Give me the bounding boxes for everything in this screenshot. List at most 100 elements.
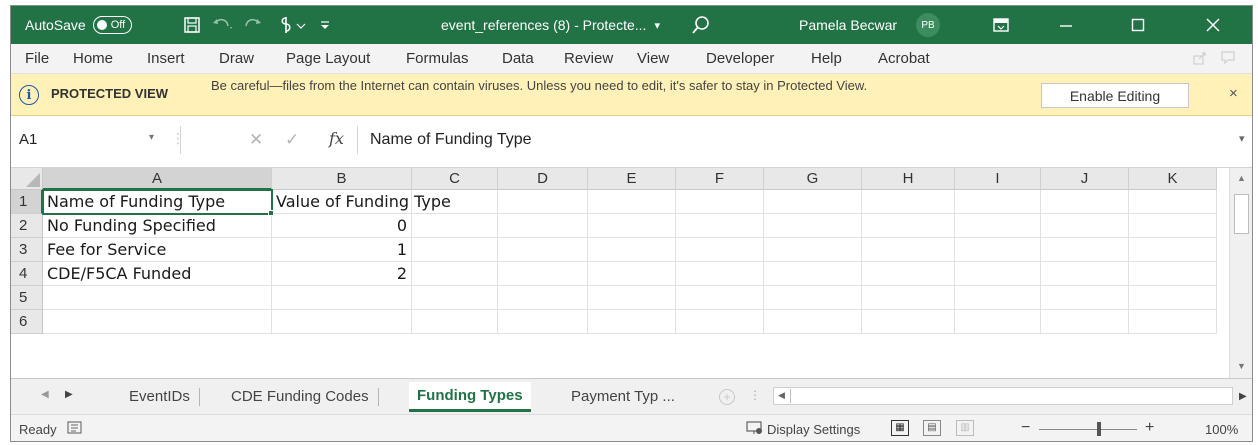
row-header[interactable]: 4 <box>11 262 43 286</box>
cell-J2[interactable] <box>1041 214 1129 238</box>
column-header[interactable]: J <box>1041 168 1129 190</box>
cell-A2[interactable]: No Funding Specified <box>43 214 272 238</box>
cell-H5[interactable] <box>862 286 955 310</box>
cell-E1[interactable] <box>588 190 676 214</box>
row-header[interactable]: 5 <box>11 286 43 310</box>
zoom-level[interactable]: 100% <box>1205 422 1238 437</box>
minimize-icon[interactable] <box>1059 6 1073 44</box>
save-icon[interactable] <box>183 6 201 44</box>
sheet-tab-payment-types[interactable]: Payment Typ ... <box>563 384 683 410</box>
column-header[interactable]: H <box>862 168 955 190</box>
cell-K3[interactable] <box>1129 238 1217 262</box>
cell-B2[interactable]: 0 <box>272 214 412 238</box>
column-header[interactable]: F <box>676 168 764 190</box>
scroll-right-icon[interactable]: ▶ <box>1239 391 1247 402</box>
close-message-bar-icon[interactable]: × <box>1229 85 1238 102</box>
insert-function-icon[interactable]: fx <box>329 129 344 148</box>
file-title[interactable]: event_references (8) - Protecte... ▾ <box>441 6 660 44</box>
cell-D2[interactable] <box>498 214 588 238</box>
cell-C4[interactable] <box>412 262 498 286</box>
fill-handle[interactable] <box>268 210 274 216</box>
scroll-thumb[interactable] <box>1234 194 1249 234</box>
tab-insert[interactable]: Insert <box>147 44 185 74</box>
cell-B5[interactable] <box>272 286 412 310</box>
zoom-in-button[interactable]: + <box>1145 419 1154 437</box>
scroll-thumb[interactable] <box>790 389 794 403</box>
cell-F6[interactable] <box>676 310 764 334</box>
select-all-corner[interactable] <box>11 168 43 190</box>
split-handle-icon[interactable]: ⋮ <box>749 388 761 402</box>
tab-home[interactable]: Home <box>73 44 113 74</box>
cell-G6[interactable] <box>764 310 862 334</box>
cell-D5[interactable] <box>498 286 588 310</box>
cell-D4[interactable] <box>498 262 588 286</box>
redo-icon[interactable] <box>243 6 265 44</box>
cell-K2[interactable] <box>1129 214 1217 238</box>
cell-D6[interactable] <box>498 310 588 334</box>
tab-view[interactable]: View <box>637 44 669 74</box>
tab-help[interactable]: Help <box>811 44 842 74</box>
cell-G5[interactable] <box>764 286 862 310</box>
cell-I6[interactable] <box>955 310 1041 334</box>
tab-review[interactable]: Review <box>564 44 613 74</box>
scroll-tabs-left-icon[interactable]: ◀ <box>41 389 49 400</box>
cell-D3[interactable] <box>498 238 588 262</box>
tab-developer[interactable]: Developer <box>706 44 774 74</box>
cell-I1[interactable] <box>955 190 1041 214</box>
cell-B4[interactable]: 2 <box>272 262 412 286</box>
cell-K4[interactable] <box>1129 262 1217 286</box>
cell-H6[interactable] <box>862 310 955 334</box>
sheet-tab-cde-funding-codes[interactable]: CDE Funding Codes <box>223 384 379 410</box>
cell-B6[interactable] <box>272 310 412 334</box>
cell-A3[interactable]: Fee for Service <box>43 238 272 262</box>
cell-E3[interactable] <box>588 238 676 262</box>
sheet-tab-funding-types[interactable]: Funding Types <box>409 382 531 412</box>
scroll-down-icon[interactable]: ▼ <box>1237 361 1246 371</box>
cell-H1[interactable] <box>862 190 955 214</box>
cell-C2[interactable] <box>412 214 498 238</box>
cell-E5[interactable] <box>588 286 676 310</box>
cell-F5[interactable] <box>676 286 764 310</box>
cell-I5[interactable] <box>955 286 1041 310</box>
scroll-up-icon[interactable]: ▲ <box>1237 173 1246 183</box>
scroll-left-icon[interactable]: ◀ <box>778 390 785 401</box>
cell-D1[interactable] <box>498 190 588 214</box>
column-header[interactable]: A <box>43 168 272 190</box>
cell-J3[interactable] <box>1041 238 1129 262</box>
column-header[interactable]: G <box>764 168 862 190</box>
tab-page-layout[interactable]: Page Layout <box>286 44 370 74</box>
cell-I4[interactable] <box>955 262 1041 286</box>
cell-H2[interactable] <box>862 214 955 238</box>
zoom-slider-thumb[interactable] <box>1097 422 1101 436</box>
column-header[interactable]: I <box>955 168 1041 190</box>
cell-J6[interactable] <box>1041 310 1129 334</box>
cell-A5[interactable] <box>43 286 272 310</box>
scroll-tabs-right-icon[interactable]: ▶ <box>65 389 73 400</box>
cell-C6[interactable] <box>412 310 498 334</box>
cell-F2[interactable] <box>676 214 764 238</box>
row-header[interactable]: 2 <box>11 214 43 238</box>
tab-file[interactable]: File <box>25 44 49 74</box>
cell-K1[interactable] <box>1129 190 1217 214</box>
cell-J1[interactable] <box>1041 190 1129 214</box>
sensitivity-icon[interactable] <box>277 6 307 44</box>
share-icon[interactable] <box>1193 51 1207 68</box>
cancel-icon[interactable]: ✕ <box>249 130 263 150</box>
cell-G3[interactable] <box>764 238 862 262</box>
sheet-tab-eventids[interactable]: EventIDs <box>121 384 200 410</box>
cell-A6[interactable] <box>43 310 272 334</box>
cell-A4[interactable]: CDE/F5CA Funded <box>43 262 272 286</box>
cell-F4[interactable] <box>676 262 764 286</box>
cell-G4[interactable] <box>764 262 862 286</box>
formula-input[interactable]: Name of Funding Type <box>357 126 1227 154</box>
search-icon[interactable] <box>691 6 711 44</box>
undo-icon[interactable] <box>211 6 233 44</box>
column-header[interactable]: D <box>498 168 588 190</box>
tab-draw[interactable]: Draw <box>219 44 254 74</box>
user-avatar[interactable]: PB <box>916 6 940 44</box>
cell-E2[interactable] <box>588 214 676 238</box>
row-header[interactable]: 1 <box>11 190 43 214</box>
cell-K6[interactable] <box>1129 310 1217 334</box>
page-break-preview-icon[interactable]: ▥ <box>956 420 974 436</box>
cell-B3[interactable]: 1 <box>272 238 412 262</box>
